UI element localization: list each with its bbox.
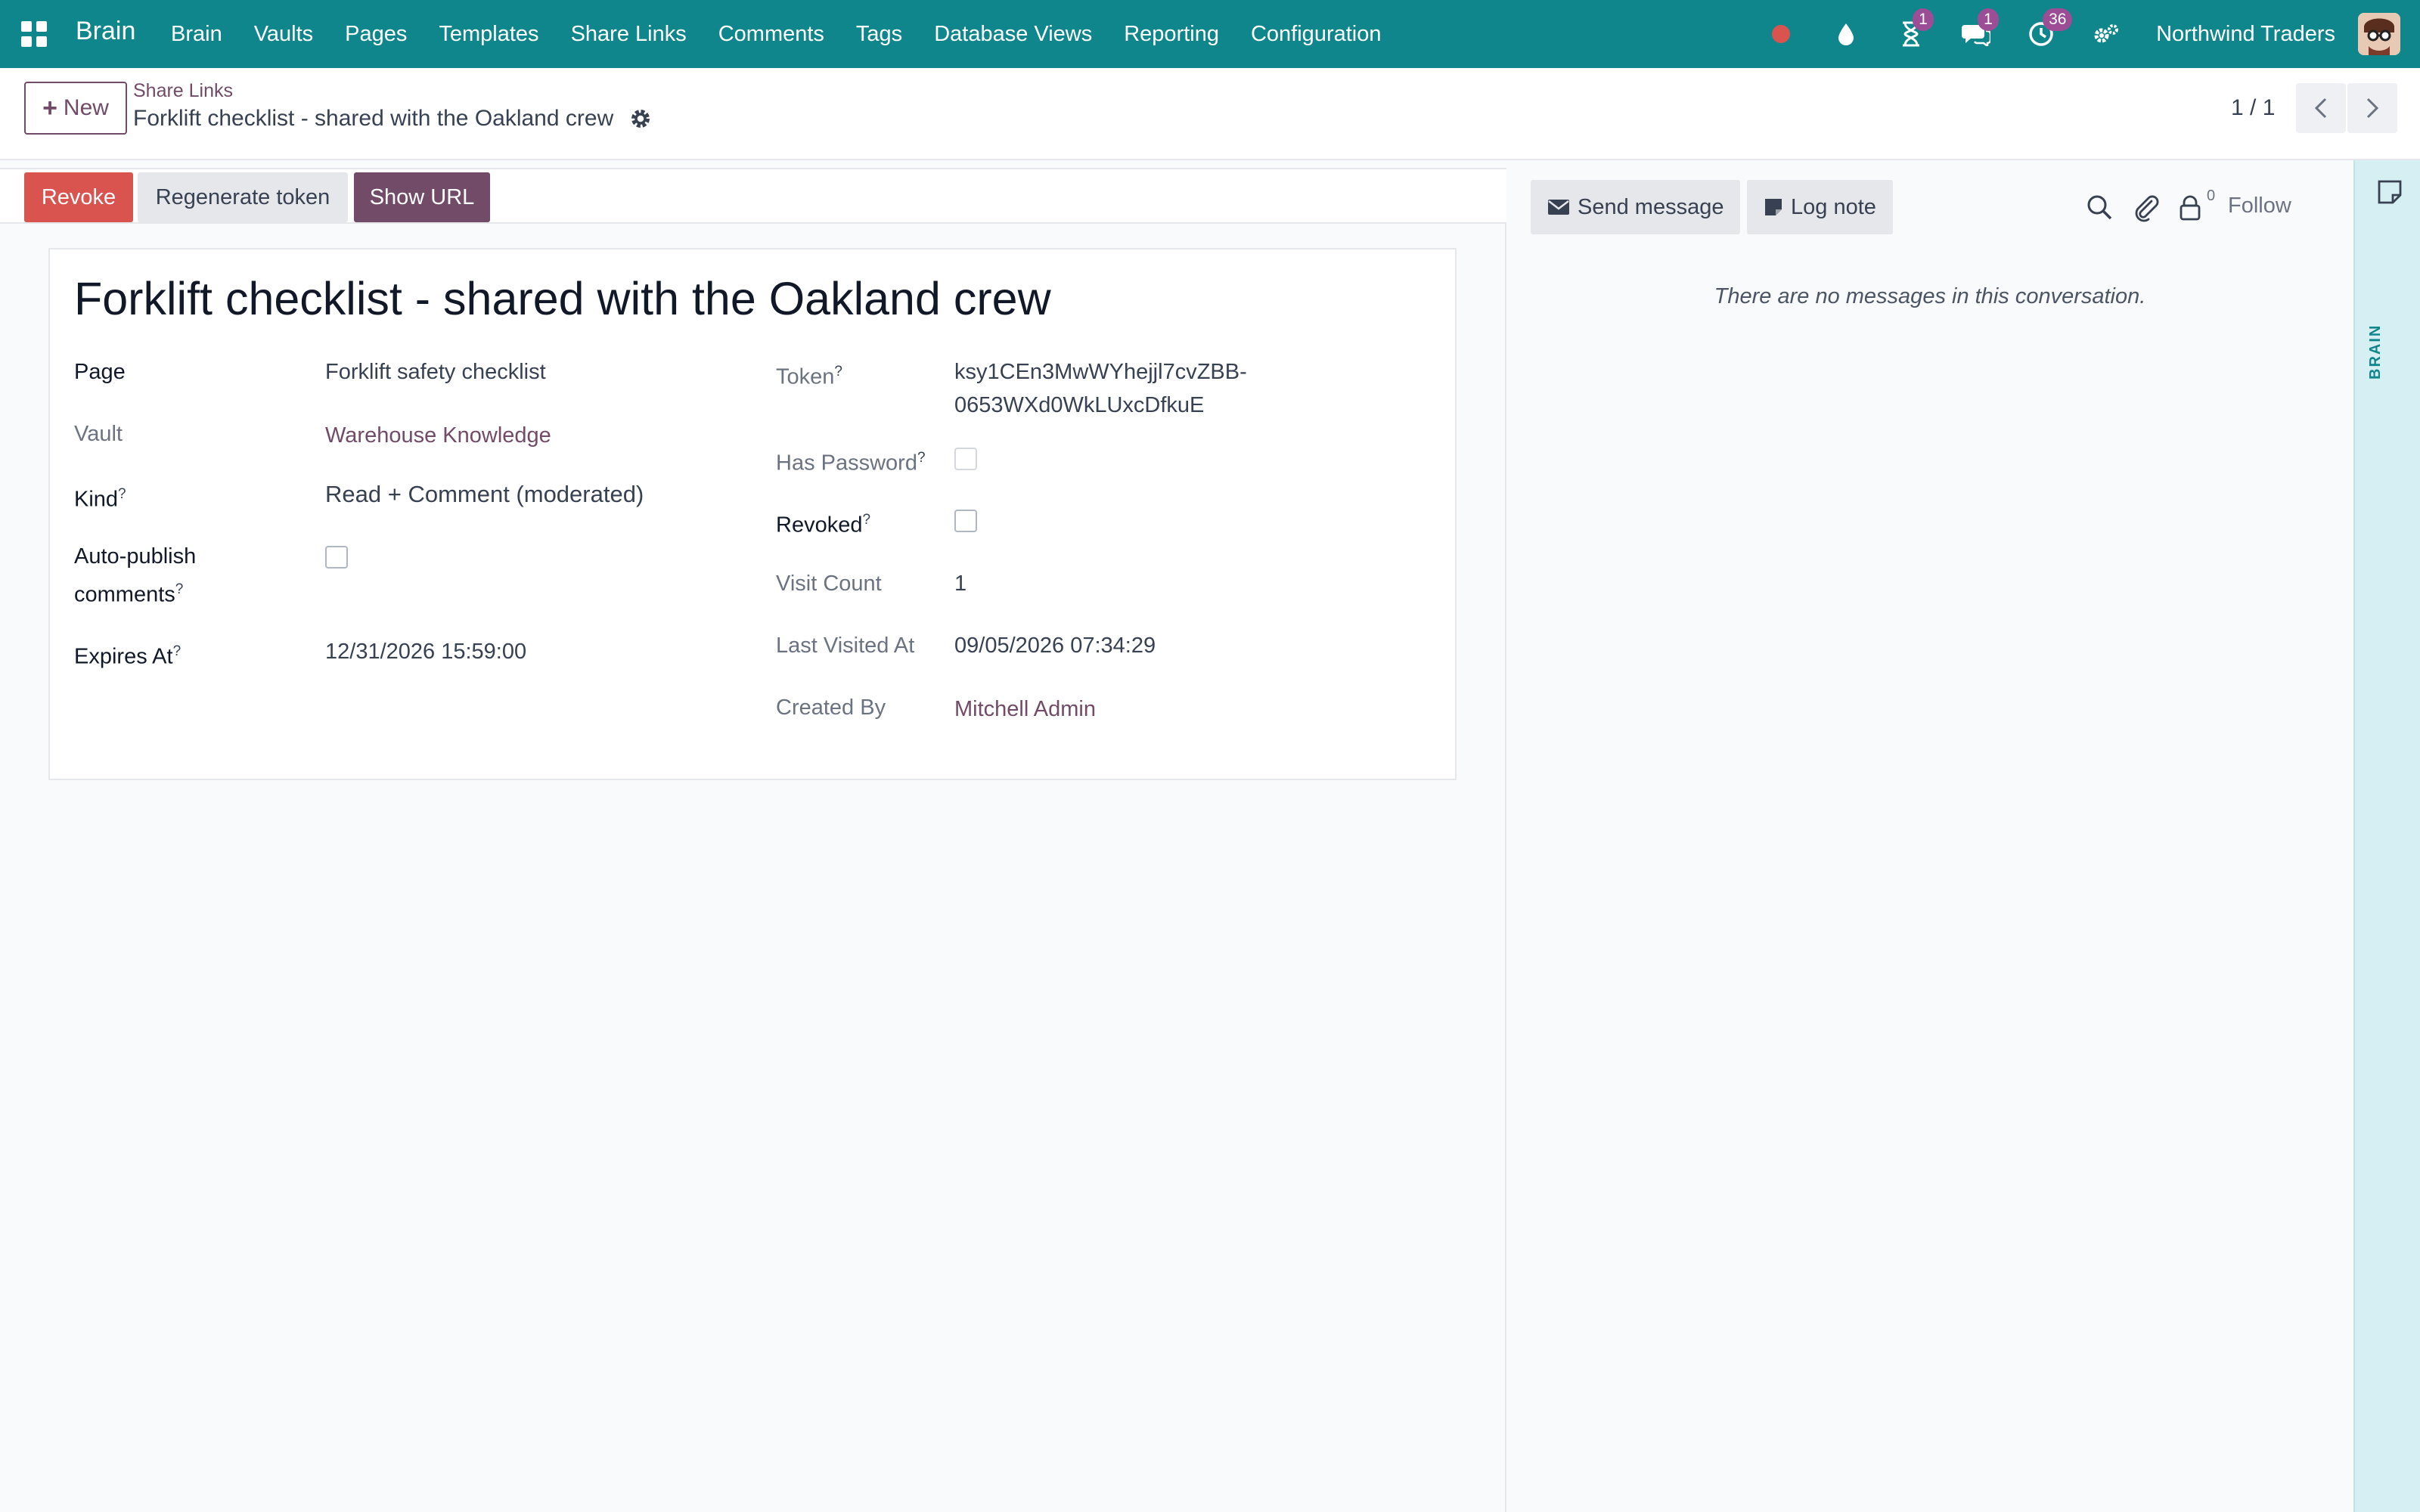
chevron-right-icon [2365,97,2380,119]
kind-value[interactable]: Read + Comment (moderated) [325,478,644,511]
drop-icon[interactable] [1831,19,1861,49]
auto-publish-help-tooltip[interactable]: ? [175,581,184,597]
new-button-label: New [63,95,109,120]
user-avatar[interactable] [2358,13,2400,55]
auto-publish-label-text: comments [74,582,175,607]
revoked-label: Revoked? [776,503,870,542]
menu-item-database-views[interactable]: Database Views [934,22,1092,47]
show-url-button[interactable]: Show URL [354,172,490,222]
has-password-label-text: Has Password [776,451,917,476]
new-record-button[interactable]: + New [24,82,127,135]
token-value-line2: 0653WXd0WkLUxcDfkuE [954,393,1205,417]
activities-badge: 1 [1913,8,1934,31]
side-panel-tab: BRAIN [2353,160,2420,1512]
clock-icon[interactable]: 36 [2026,8,2073,49]
auto-publish-label-line2: comments? [74,573,183,612]
revoked-label-text: Revoked [776,513,863,538]
revoked-help-tooltip[interactable]: ? [862,512,870,528]
brain-side-tab-label[interactable]: BRAIN [2367,324,2384,380]
created-by-label: Created By [776,696,886,720]
pager-previous-button[interactable] [2296,83,2346,133]
has-password-help-tooltip[interactable]: ? [917,450,926,466]
expires-at-label-text: Expires At [74,644,173,669]
kind-help-tooltip[interactable]: ? [118,486,126,502]
search-icon[interactable] [2084,192,2114,222]
envelope-icon [1547,198,1570,216]
apps-grid-icon[interactable] [20,20,48,48]
token-label: Token? [776,355,842,394]
log-note-label: Log note [1791,194,1876,219]
app-brand[interactable]: Brain [76,17,135,46]
form-statusbar: Revoke Regenerate token Show URL [0,168,1506,224]
revoked-checkbox[interactable] [954,510,977,532]
plus-icon: + [42,93,57,122]
auto-publish-checkbox[interactable] [325,546,348,569]
form-view: Revoke Regenerate token Show URL Forklif… [0,168,1506,1512]
menu-item-configuration[interactable]: Configuration [1251,22,1382,47]
expires-at-label: Expires At? [74,635,181,674]
menu-item-templates[interactable]: Templates [439,22,538,47]
menu-item-share-links[interactable]: Share Links [571,22,687,47]
has-password-label: Has Password? [776,442,926,480]
last-visited-at-value: 09/05/2026 07:34:29 [954,634,1156,658]
messages-badge: 1 [1978,8,1999,31]
paperclip-icon[interactable] [2131,192,2161,222]
vault-label: Vault [74,422,123,446]
top-navbar: Brain Brain Vaults Pages Templates Share… [0,0,2420,68]
token-label-text: Token [776,364,835,389]
menu-item-vaults[interactable]: Vaults [254,22,313,47]
log-note-button[interactable]: Log note [1747,180,1893,234]
chat-icon[interactable]: 1 [1961,8,1999,49]
empty-conversation-message: There are no messages in this conversati… [1714,284,2146,308]
auto-publish-label-line1: Auto-publish [74,544,197,569]
revoke-button[interactable]: Revoke [24,172,133,222]
vault-link[interactable]: Warehouse Knowledge [325,419,551,452]
menu-item-reporting[interactable]: Reporting [1124,22,1219,47]
page-label: Page [74,360,126,384]
send-message-button[interactable]: Send message [1531,180,1741,234]
pager-value[interactable]: 1 / 1 [2231,95,2275,121]
followers-user-icon[interactable] [2175,192,2205,222]
chatter-panel: Send message Log note 0 Follow There are… [1508,160,2352,1512]
menu-item-brain[interactable]: Brain [171,22,222,47]
menu-item-tags[interactable]: Tags [856,22,902,47]
page-value[interactable]: Forklift safety checklist [325,355,546,389]
pager-next-button[interactable] [2347,83,2397,133]
systray: 1 1 36 Northwind Traders [1766,0,2420,68]
main-menu: Brain Vaults Pages Templates Share Links… [171,0,1413,68]
company-switcher[interactable]: Northwind Traders [2156,22,2335,47]
kind-label: Kind? [74,478,126,516]
expires-at-help-tooltip[interactable]: ? [173,643,182,659]
expires-at-value[interactable]: 12/31/2026 15:59:00 [325,635,526,668]
chevron-left-icon [2313,97,2328,119]
token-help-tooltip[interactable]: ? [834,364,842,380]
clock-badge: 36 [2043,8,2073,31]
follow-button[interactable]: Follow [2228,194,2291,218]
hourglass-icon[interactable]: 1 [1896,8,1934,49]
created-by-link[interactable]: Mitchell Admin [954,692,1096,726]
kind-label-text: Kind [74,487,119,512]
sticky-note-icon [1764,197,1783,217]
regenerate-token-button[interactable]: Regenerate token [138,172,348,222]
form-sheet: Forklift checklist - shared with the Oak… [48,248,1457,780]
record-title[interactable]: Forklift checklist - shared with the Oak… [74,272,1051,325]
note-icon[interactable] [2376,178,2403,206]
token-value-line1: ksy1CEn3MwWYhejjl7cvZBB- [954,360,1247,384]
send-message-label: Send message [1578,194,1724,219]
breadcrumb-current: Forklift checklist - shared with the Oak… [133,106,614,131]
record-actions-gear-icon[interactable] [629,107,652,130]
visit-count-label: Visit Count [776,572,882,596]
control-panel: + New Share Links Forklift checklist - s… [0,68,2420,160]
breadcrumb-parent-link[interactable]: Share Links [133,80,233,102]
menu-item-pages[interactable]: Pages [345,22,407,47]
last-visited-at-label: Last Visited At [776,634,915,658]
menu-item-comments[interactable]: Comments [718,22,824,47]
has-password-checkbox [954,448,977,470]
recording-dot-icon[interactable] [1766,19,1796,49]
visit-count-value: 1 [954,572,967,596]
settings-cogs-icon[interactable] [2091,19,2121,49]
follower-count: 0 [2207,187,2216,204]
